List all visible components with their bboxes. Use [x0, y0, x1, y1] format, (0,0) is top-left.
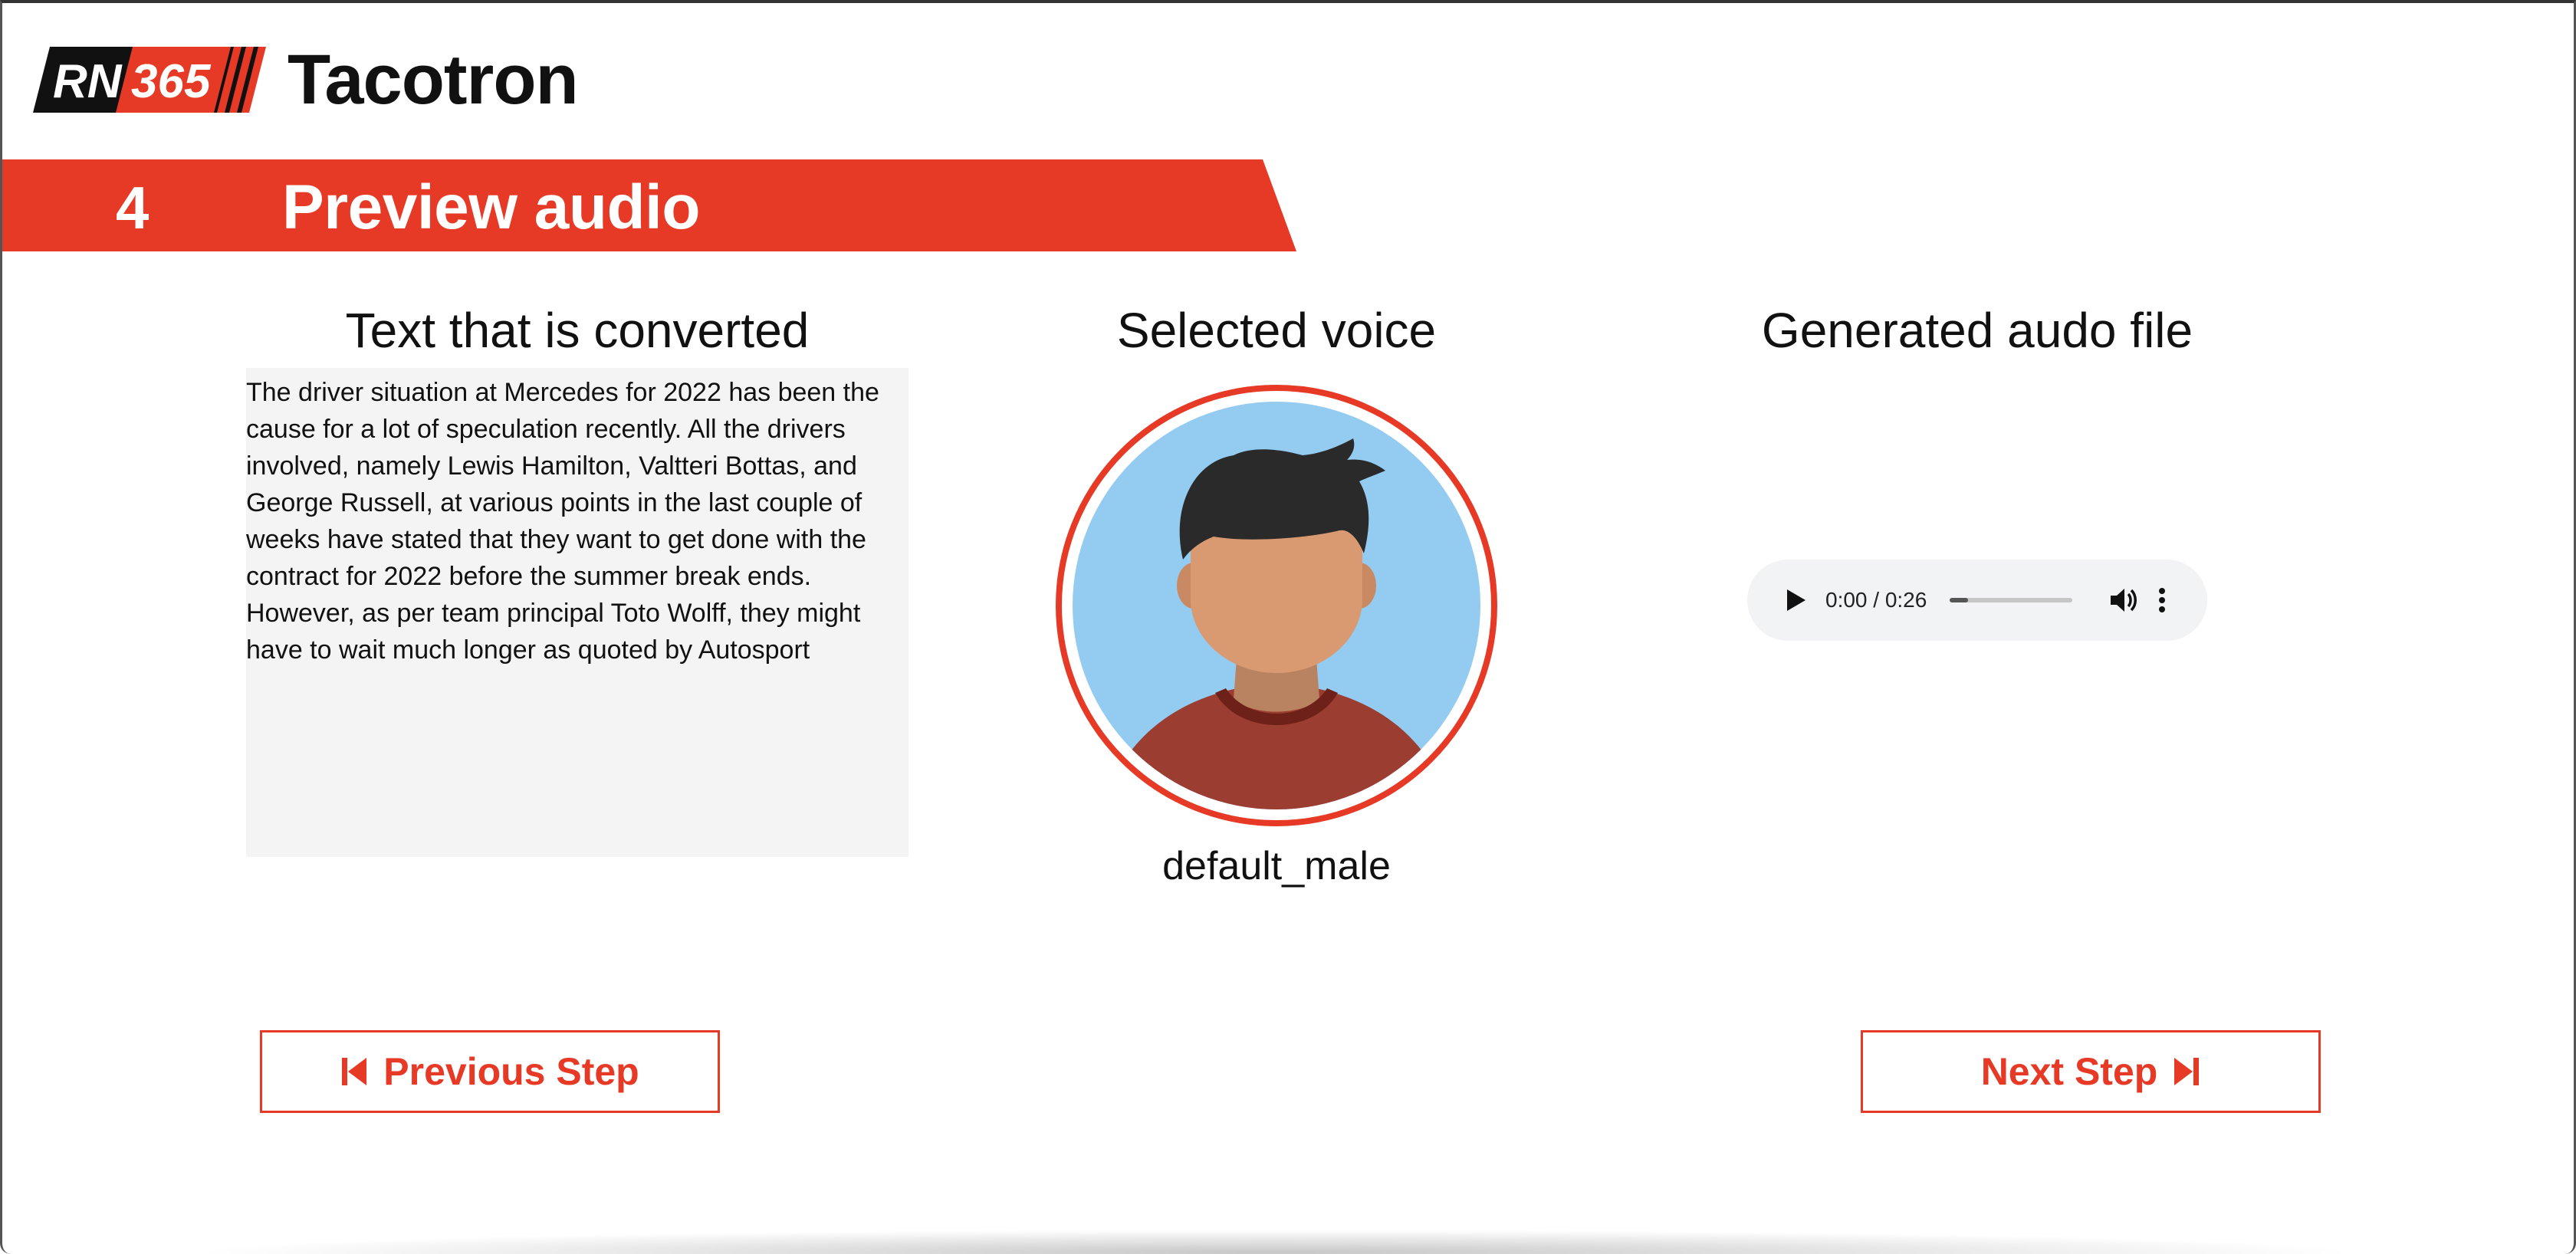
next-step-button[interactable]: Next Step	[1861, 1030, 2321, 1113]
audio-progress-slider[interactable]	[1950, 598, 2073, 602]
text-line: involved, namely Lewis Hamilton, Valtter…	[246, 451, 857, 481]
logo-text-left: RN	[53, 55, 123, 108]
voice-column-title: Selected voice	[1116, 303, 1437, 358]
play-icon[interactable]	[1781, 586, 1809, 614]
male-avatar-icon	[1056, 385, 1497, 826]
step-banner: 4 Preview audio	[2, 159, 1296, 251]
audio-time: 0:00 / 0:26	[1825, 588, 1927, 612]
text-line: The driver situation at Mercedes for 202…	[246, 378, 879, 407]
text-line: weeks have stated that they want to get …	[246, 525, 866, 554]
audio-progress-fill	[1950, 598, 1969, 602]
app-window: RN 365 Tacotron 4 Preview audio Text tha…	[0, 0, 2576, 1254]
converted-text-box: The driver situation at Mercedes for 202…	[246, 368, 909, 857]
text-column-title: Text that is converted	[345, 303, 810, 358]
audio-player[interactable]: 0:00 / 0:26	[1747, 560, 2207, 641]
header: RN 365 Tacotron	[33, 41, 579, 119]
next-step-label: Next Step	[1980, 1050, 2158, 1093]
bottom-shadow	[186, 1229, 2364, 1254]
text-line: have to wait much longer as quoted by Au…	[246, 635, 810, 665]
voice-name: default_male	[1162, 844, 1391, 888]
step-number: 4	[116, 174, 150, 241]
text-line: George Russell, at various points in the…	[246, 488, 863, 517]
audio-column-title: Generated audo file	[1761, 303, 2193, 358]
rn365-logo: RN 365	[33, 47, 277, 113]
skip-next-icon	[2174, 1058, 2200, 1085]
text-line: contract for 2022 before the summer brea…	[246, 562, 812, 591]
logo-text-right: 365	[131, 55, 212, 108]
app-title: Tacotron	[288, 41, 579, 119]
step-title: Preview audio	[282, 172, 700, 242]
text-line: cause for a lot of speculation recently.…	[246, 415, 846, 444]
more-vertical-icon[interactable]	[2157, 585, 2167, 616]
volume-icon[interactable]	[2108, 585, 2138, 616]
text-line: However, as per team principal Toto Wolf…	[246, 599, 861, 628]
skip-previous-icon	[342, 1058, 367, 1085]
previous-step-button[interactable]: Previous Step	[260, 1030, 720, 1113]
previous-step-label: Previous Step	[383, 1050, 639, 1093]
